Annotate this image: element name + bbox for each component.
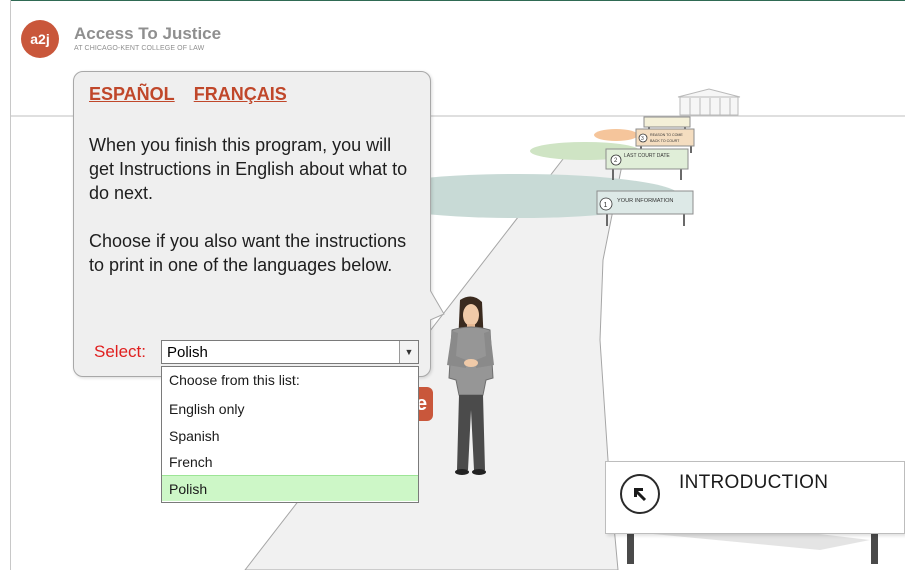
dropdown-option[interactable]: English only bbox=[162, 396, 418, 422]
language-choice-paragraph: Choose if you also want the instructions… bbox=[89, 231, 407, 275]
arrow-up-left-icon[interactable] bbox=[620, 474, 660, 514]
a2j-logo: a2j bbox=[21, 20, 59, 58]
language-dropdown-list: Choose from this list: English only Span… bbox=[161, 366, 419, 503]
dropdown-option[interactable]: French bbox=[162, 449, 418, 475]
language-select[interactable]: Polish ▼ bbox=[161, 340, 419, 364]
instructions-paragraph: When you finish this program, you will g… bbox=[89, 135, 408, 203]
a2j-viewer: 3 REASON TO COME BACK TO COURT 2 LAST CO… bbox=[0, 0, 905, 570]
brand-title: Access To Justice bbox=[74, 24, 222, 43]
frame-border-top bbox=[10, 0, 905, 1]
dropdown-option-selected[interactable]: Polish bbox=[162, 475, 418, 501]
frame-border-left bbox=[10, 0, 11, 570]
introduction-label: INTRODUCTION bbox=[679, 472, 829, 493]
dropdown-option[interactable]: Spanish bbox=[162, 423, 418, 449]
language-select-value: Polish bbox=[167, 344, 208, 361]
dropdown-option[interactable]: Choose from this list: bbox=[162, 367, 418, 393]
language-links: ESPAÑOL FRANÇAIS bbox=[89, 84, 301, 105]
french-link[interactable]: FRANÇAIS bbox=[194, 84, 287, 104]
select-label: Select: bbox=[94, 342, 146, 361]
chevron-down-icon[interactable]: ▼ bbox=[399, 341, 418, 363]
spanish-link[interactable]: ESPAÑOL bbox=[89, 84, 175, 104]
speech-bubble-tail bbox=[430, 290, 445, 321]
speech-bubble bbox=[73, 71, 431, 377]
brand-subtitle: AT CHICAGO-KENT COLLEGE OF LAW bbox=[74, 45, 205, 52]
